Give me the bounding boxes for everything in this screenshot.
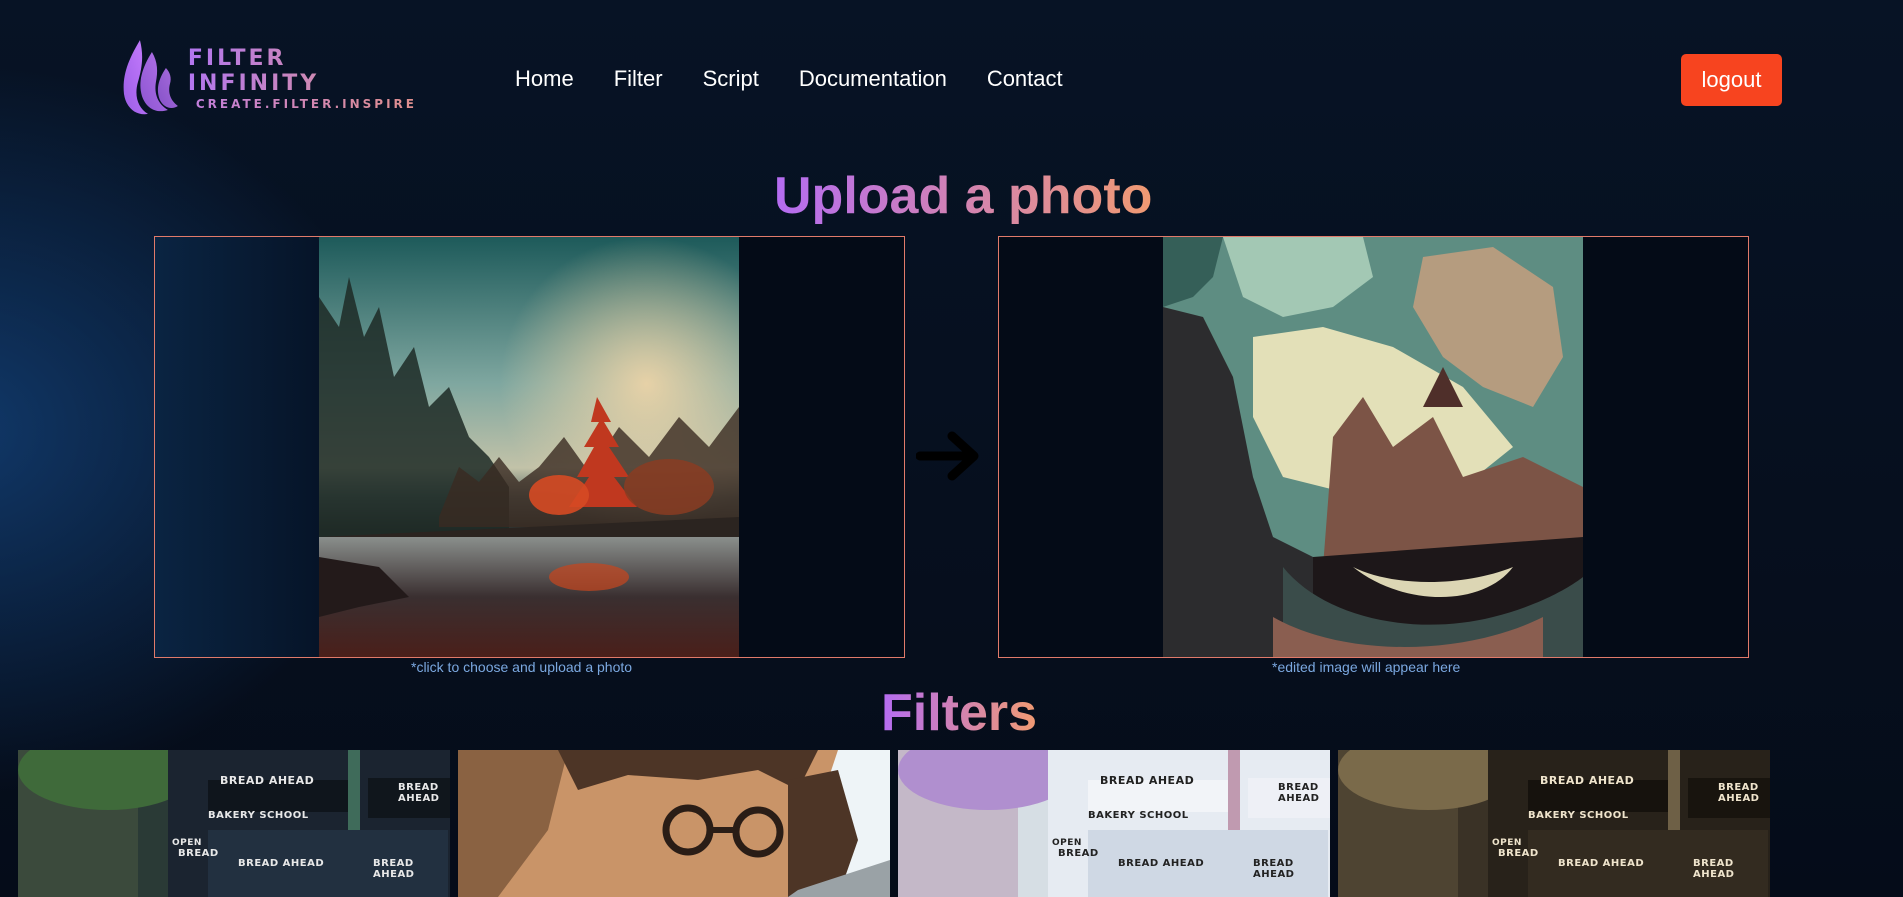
shop-sign: BREAD AHEAD xyxy=(1253,858,1295,880)
upload-dropzone[interactable] xyxy=(154,236,905,658)
filter-thumbnail-original[interactable]: BREAD AHEAD BAKERY SCHOOL BREAD BREAD AH… xyxy=(18,750,450,897)
main-nav: Home Filter Script Documentation Contact xyxy=(515,66,1063,92)
nav-filter[interactable]: Filter xyxy=(614,66,663,92)
shop-sign: BREAD AHEAD xyxy=(1558,858,1645,869)
open-sign: OPEN xyxy=(172,838,202,848)
open-sign: OPEN xyxy=(1052,838,1082,848)
logout-button[interactable]: logout xyxy=(1681,54,1782,106)
nav-documentation[interactable]: Documentation xyxy=(799,66,947,92)
result-preview xyxy=(998,236,1749,658)
nav-home[interactable]: Home xyxy=(515,66,574,92)
shop-sign: BREAD xyxy=(178,848,219,859)
shop-sign: BREAD AHEAD xyxy=(1278,782,1320,804)
shop-sign: BREAD AHEAD xyxy=(1718,782,1760,804)
filter-thumbnail-sepia[interactable]: BREAD AHEAD BAKERY SCHOOL BREAD BREAD AH… xyxy=(1338,750,1770,897)
upload-title: Upload a photo xyxy=(774,167,1153,225)
shop-sign: BAKERY SCHOOL xyxy=(1088,810,1189,821)
shop-sign: BREAD AHEAD xyxy=(1100,774,1195,787)
flame-logo-icon xyxy=(123,40,178,115)
shop-sign: BREAD AHEAD xyxy=(398,782,440,804)
uploaded-photo xyxy=(319,237,739,657)
shop-sign: BREAD AHEAD xyxy=(1540,774,1635,787)
filter-thumbnail-invert[interactable]: BREAD AHEAD BAKERY SCHOOL BREAD BREAD AH… xyxy=(898,750,1330,897)
shop-sign: BREAD AHEAD xyxy=(1118,858,1205,869)
shop-sign: BREAD xyxy=(1058,848,1099,859)
shop-sign: BREAD AHEAD xyxy=(1693,858,1735,880)
arrow-right-icon xyxy=(916,431,979,481)
shop-sign: BAKERY SCHOOL xyxy=(1528,810,1629,821)
brand-name: FILTER INFINITY xyxy=(188,46,428,96)
shop-sign: BAKERY SCHOOL xyxy=(208,810,309,821)
nav-script[interactable]: Script xyxy=(703,66,759,92)
brand-logo[interactable]: FILTER INFINITY CREATE.FILTER.INSPIRE xyxy=(118,38,428,118)
edited-photo xyxy=(1163,237,1583,657)
shop-sign: BREAD AHEAD xyxy=(238,858,325,869)
open-sign: OPEN xyxy=(1492,838,1522,848)
filter-thumbnail-posterize[interactable] xyxy=(458,750,890,897)
upload-caption: *click to choose and upload a photo xyxy=(411,659,633,675)
result-caption: *edited image will appear here xyxy=(1272,659,1461,675)
shop-sign: BREAD AHEAD xyxy=(220,774,315,787)
shop-sign: BREAD xyxy=(1498,848,1539,859)
brand-tagline: CREATE.FILTER.INSPIRE xyxy=(196,97,428,111)
nav-contact[interactable]: Contact xyxy=(987,66,1063,92)
filters-title: Filters xyxy=(881,684,1038,742)
shop-sign: BREAD AHEAD xyxy=(373,858,415,880)
